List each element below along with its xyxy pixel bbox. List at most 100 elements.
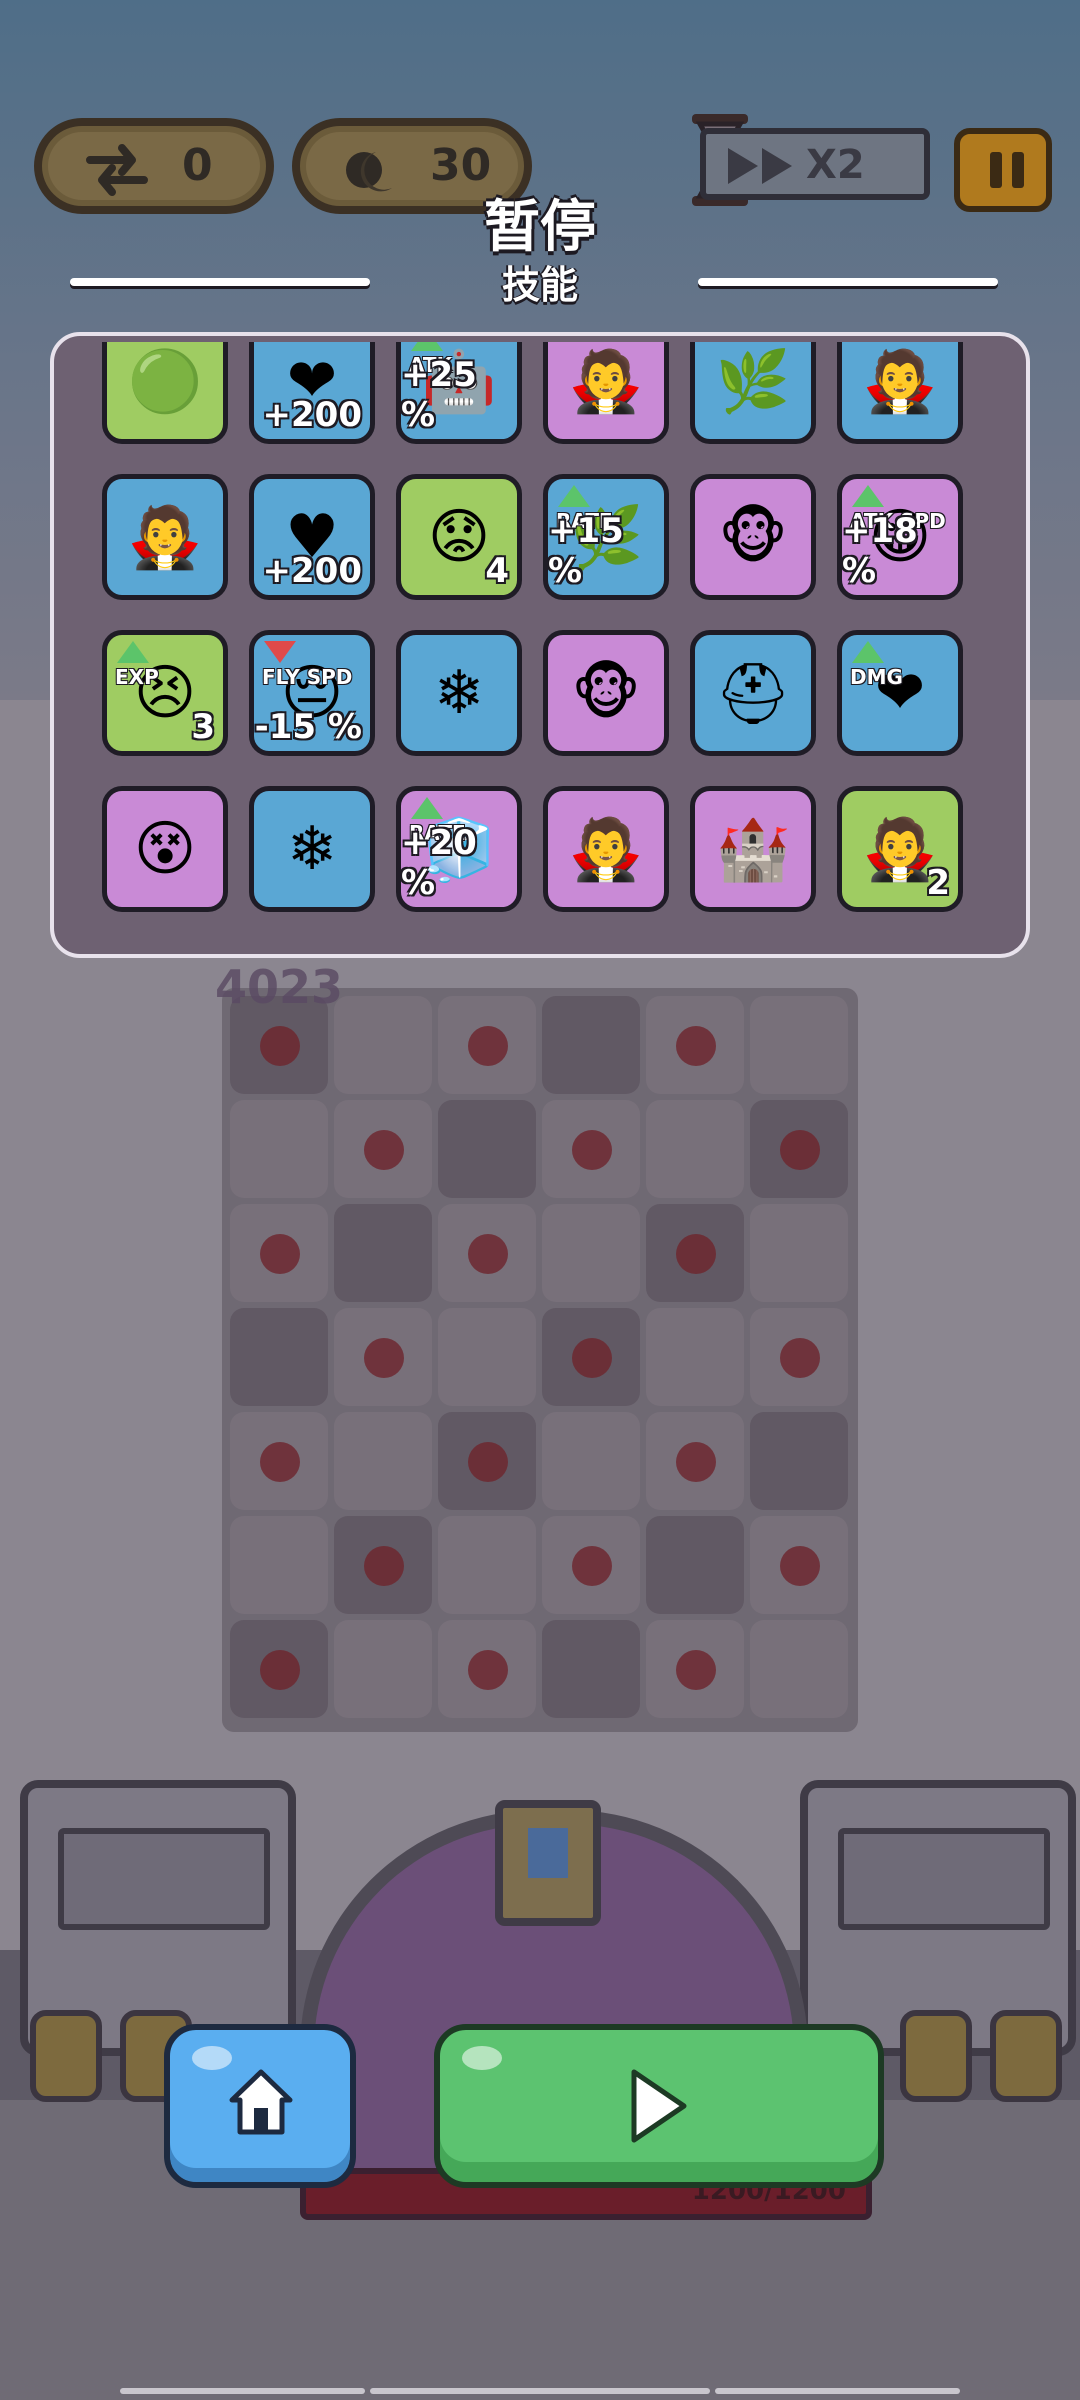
skills-grid[interactable]: 🟢 ❤ +200 🤖 ATK +25 % 🧛 🌿 🧛 🧛 ♥ +200 😟 4 🌿 RATE +15 % 🐵 😀 AT… [100,342,990,948]
barrel [30,2010,102,2102]
board-cell [646,1308,744,1406]
skill-stat-tag: FLY SPD [262,665,353,689]
slime-gate-icon: 🏰 [715,814,791,885]
dizzy-face-icon: 😵 [133,814,197,884]
board-cell [750,1620,848,1718]
damage-number: 4023 [215,960,344,1014]
ice-freeze-skill[interactable]: ❄ [249,786,375,912]
vine-rate-skill[interactable]: 🌿 RATE +15 % [543,474,669,600]
skill-value: +15 % [548,511,624,591]
up-arrow-icon [117,641,149,663]
nav-indicator [120,2388,365,2394]
monkey-spear-icon: 🐵 [718,502,788,572]
vampire-bat-skill[interactable]: 🧛 [102,474,228,600]
ice-crystal-skill[interactable]: ❄ [396,630,522,756]
bat-swarm-mark [468,1442,508,1482]
bat-swarm-mark [468,1026,508,1066]
play-icon [631,2069,687,2143]
skill-value: +20 % [401,823,477,903]
atk-boost-skill[interactable]: 🤖 ATK +25 % [396,342,522,444]
board-cell [230,1308,328,1406]
dmg-heart-skill[interactable]: ❤ DMG [837,630,963,756]
board-cell [750,1412,848,1510]
tower-window [838,1828,1050,1930]
vampire-bats-skill[interactable]: 🧛 [543,342,669,444]
skill-value: +18 % [842,511,918,591]
vampire-swap-icon: 🧛 [568,814,644,885]
bat-swarm-mark [364,1130,404,1170]
vampire-plus-skill[interactable]: 🧛 2 [837,786,963,912]
bat-swarm-mark [676,1234,716,1274]
skill-value: -15 % [254,707,362,747]
knight-area-icon: ⛑ [714,658,792,729]
bat-swarm-mark [468,1650,508,1690]
fly-spd-skill[interactable]: 😔 FLY SPD -15 % [249,630,375,756]
bat-swarm-mark [260,1026,300,1066]
ice-crystal-icon: ❄ [433,658,485,728]
slime-group-icon: 🟢 [127,346,203,417]
bat-swarm-mark [260,1442,300,1482]
home-button[interactable] [164,2024,356,2188]
vine-face-icon: 🌿 [715,346,791,417]
bat-swarm-mark [572,1338,612,1378]
skill-value: +200 [262,551,362,591]
board-cell [334,1620,432,1718]
knight-area-skill[interactable]: ⛑ [690,630,816,756]
bat-swarm-mark [364,1546,404,1586]
skills-panel[interactable]: 🟢 ❤ +200 🤖 ATK +25 % 🧛 🌿 🧛 🧛 ♥ +200 😟 4 🌿 RATE +15 % 🐵 😀 AT… [50,332,1030,958]
gate-crest [495,1800,601,1926]
board-cell [334,1412,432,1510]
gate-crest-slot [528,1828,568,1878]
bat-swarm-mark [468,1234,508,1274]
board-cell [646,1100,744,1198]
board-cell [542,1620,640,1718]
blood-face-skill[interactable]: 😟 4 [396,474,522,600]
ice-freeze-icon: ❄ [286,814,338,884]
bat-swarm-mark [260,1234,300,1274]
board-cell [230,1516,328,1614]
monkey-swap-icon: 🐵 [571,658,641,728]
monkey-spear-swap-skill[interactable]: 🐵 [543,630,669,756]
board-cell [438,1100,536,1198]
slime-summon-skill[interactable]: 🟢 [102,342,228,444]
skill-value: +200 [262,395,362,435]
slime-gate-skill[interactable]: 🏰 [690,786,816,912]
heart-hp-skill[interactable]: ♥ +200 [249,474,375,600]
monkey-spear-skill[interactable]: 🐵 [690,474,816,600]
barrel [990,2010,1062,2102]
resume-button[interactable] [434,2024,884,2188]
exp-boost-skill[interactable]: 😣 EXP 3 [102,630,228,756]
bat-swarm-mark [260,1650,300,1690]
vampire-swap-skill[interactable]: 🧛 [543,786,669,912]
board-cell [230,1100,328,1198]
atk-spd-skill[interactable]: 😀 ATK SPD +18 % [837,474,963,600]
vampire-bats-skill-2[interactable]: 🧛 [837,342,963,444]
up-arrow-icon [558,485,590,507]
bat-swarm-mark [780,1546,820,1586]
bat-swarm-mark [572,1546,612,1586]
skill-stat-tag: EXP [115,665,159,689]
nav-indicator [715,2388,960,2394]
board-cell [334,1204,432,1302]
vine-trap-skill[interactable]: 🌿 [690,342,816,444]
heal-wings-skill[interactable]: ❤ +200 [249,342,375,444]
board-cell [750,996,848,1094]
stun-stars-skill[interactable]: 😵 [102,786,228,912]
board-cell [646,1516,744,1614]
skill-value: +25 % [401,355,477,435]
board-cell [542,1412,640,1510]
tower-window [58,1828,270,1930]
board-cell [438,1516,536,1614]
skill-value: 3 [191,707,215,747]
bat-swarm-mark [676,1026,716,1066]
down-arrow-icon [264,641,296,663]
bat-swarm-mark [364,1338,404,1378]
board-cell [542,1204,640,1302]
vampire-icon: 🧛 [127,502,203,573]
bat-swarm-mark [572,1130,612,1170]
bat-swarm-mark [676,1650,716,1690]
skill-stat-tag: DMG [850,665,903,689]
bat-swarm-mark [780,1130,820,1170]
pause-title: 暂停 [484,195,596,260]
rate-boost-skill[interactable]: 🧊 RATE +20 % [396,786,522,912]
